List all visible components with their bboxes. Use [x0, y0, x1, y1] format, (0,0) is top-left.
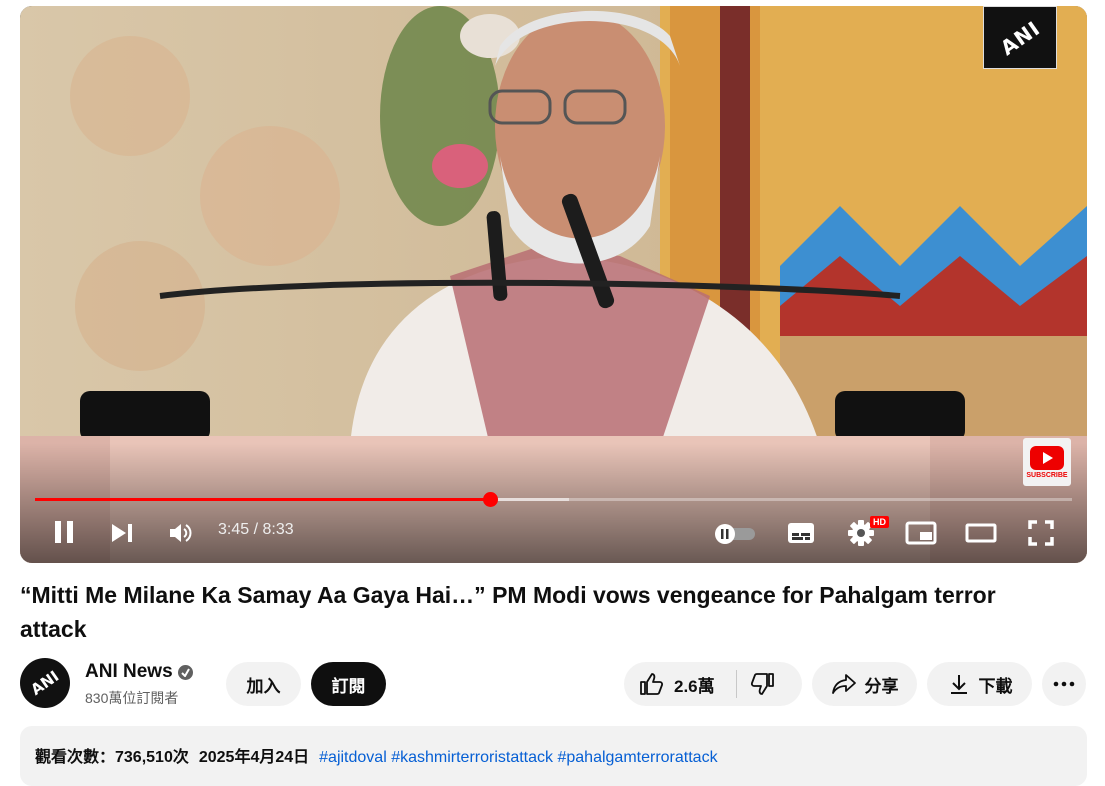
share-label: 分享: [864, 676, 899, 696]
join-button[interactable]: 加入: [226, 662, 301, 706]
download-button[interactable]: 下載: [927, 662, 1032, 706]
subscribe-button[interactable]: 訂閱: [311, 662, 386, 706]
description-meta: 觀看次數：736,510次 2025年4月24日 #ajitdoval #kashm…: [35, 743, 718, 767]
autoplay-toggle[interactable]: [712, 521, 758, 545]
video-title: “Mitti Me Milane Ka Samay Aa Gaya Hai…” …: [20, 582, 996, 642]
dislike-button[interactable]: [750, 671, 776, 702]
hashtag-link[interactable]: #ajitdoval: [319, 749, 387, 766]
hashtag-link[interactable]: #pahalgamterrorattack: [557, 749, 717, 766]
verified-badge-icon: [178, 665, 193, 680]
volume-icon: [170, 524, 192, 542]
miniplayer-button[interactable]: [904, 519, 938, 547]
captions-button[interactable]: [785, 519, 817, 547]
play-pause-button[interactable]: [48, 516, 80, 548]
progress-scrubber[interactable]: [482, 492, 498, 507]
mute-button[interactable]: [166, 518, 196, 548]
watermark-text: ANI: [995, 15, 1045, 60]
pause-icon: [55, 521, 73, 543]
theater-icon: [965, 523, 997, 543]
like-divider: [736, 670, 737, 698]
subscribe-label: 訂閱: [331, 676, 366, 696]
next-button[interactable]: [107, 518, 137, 548]
more-actions-button[interactable]: [1042, 662, 1086, 706]
subscriber-count: 830萬位訂閱者: [85, 690, 179, 706]
thumb-down-icon: [750, 673, 774, 695]
share-button[interactable]: 分享: [812, 662, 917, 706]
like-dislike-segment: 2.6萬: [624, 662, 802, 706]
fullscreen-icon: [1028, 520, 1054, 546]
subscribe-watermark[interactable]: SUBSCRIBE: [1023, 438, 1071, 486]
share-icon: [831, 674, 856, 694]
view-count: 觀看次數：736,510次: [35, 749, 189, 766]
upload-date: 2025年4月24日: [198, 749, 310, 766]
progress-bar[interactable]: [35, 492, 1072, 507]
avatar-text: ANI: [27, 667, 63, 699]
download-icon: [950, 675, 967, 694]
like-button[interactable]: 2.6萬: [624, 671, 715, 697]
next-icon: [112, 524, 132, 542]
like-count: 2.6萬: [674, 676, 715, 696]
theater-mode-button[interactable]: [964, 519, 998, 547]
video-player[interactable]: ANI SUBSCRIBE 3:45 / 8:33 HD: [20, 6, 1087, 563]
hashtag-link[interactable]: #kashmirterroristattack: [391, 749, 553, 766]
subscribe-watermark-label: SUBSCRIBE: [1026, 471, 1068, 479]
thumb-up-icon: [640, 673, 664, 695]
captions-icon: [788, 523, 814, 543]
progress-played: [35, 498, 490, 501]
channel-avatar[interactable]: ANI: [20, 658, 70, 708]
miniplayer-icon: [905, 521, 937, 545]
download-label: 下載: [978, 676, 1013, 696]
hd-badge: HD: [870, 516, 889, 528]
fullscreen-button[interactable]: [1025, 517, 1057, 549]
channel-name[interactable]: ANI News: [85, 661, 173, 683]
join-label: 加入: [246, 676, 281, 696]
time-display: 3:45 / 8:33: [218, 521, 294, 538]
channel-watermark[interactable]: ANI: [983, 6, 1057, 69]
more-horizontal-icon: [1053, 681, 1075, 687]
youtube-logo-icon: [1030, 445, 1064, 470]
autoplay-toggle-icon: [715, 524, 755, 544]
